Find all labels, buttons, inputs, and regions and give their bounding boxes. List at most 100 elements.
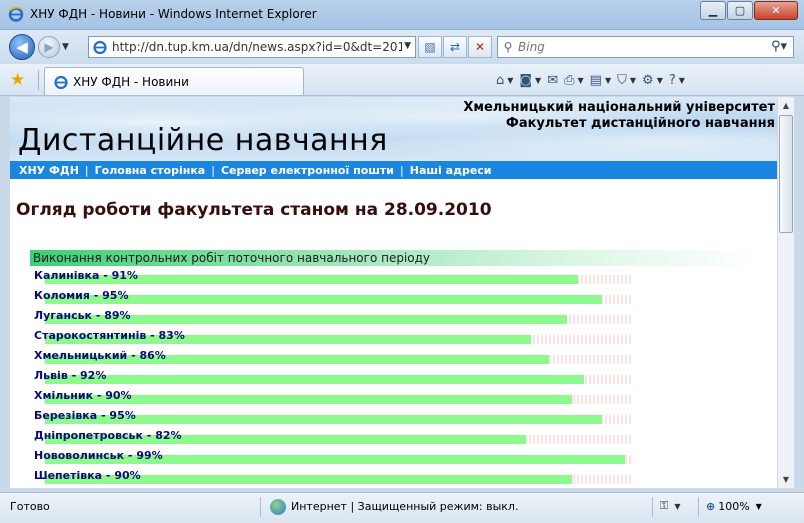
search-input[interactable] bbox=[518, 40, 758, 54]
navigation-bar: ◀ ▶ ▼ http://dn.tup.km.ua/dn/news.aspx?i… bbox=[0, 30, 804, 64]
scroll-thumb[interactable] bbox=[779, 115, 793, 233]
internet-zone-icon bbox=[270, 499, 286, 515]
minimize-icon: ▁ bbox=[708, 4, 718, 17]
print-button[interactable]: ⎙ ▼ bbox=[564, 71, 584, 89]
popup-blocker-button[interactable]: ⚿ ▼ bbox=[660, 499, 681, 513]
zoom-icon: ⊕ bbox=[706, 500, 716, 513]
stop-button[interactable]: ✕ bbox=[468, 36, 492, 58]
address-bar[interactable]: http://dn.tup.km.ua/dn/news.aspx?id=0&dt… bbox=[88, 36, 416, 58]
tools-dropdown-icon[interactable]: ▼ bbox=[657, 76, 663, 85]
internet-explorer-icon bbox=[8, 7, 24, 22]
address-url[interactable]: http://dn.tup.km.ua/dn/news.aspx?id=0&dt… bbox=[112, 40, 402, 54]
bar-label: Луганськ - 89% bbox=[34, 309, 131, 322]
bar bbox=[45, 375, 584, 384]
nav-link-hnu-fdn[interactable]: ХНУ ФДН bbox=[19, 164, 79, 177]
help-menu-button[interactable]: ? ▼ bbox=[669, 71, 685, 89]
search-icon[interactable]: ⚲▾ bbox=[771, 39, 787, 54]
nav-separator: | bbox=[84, 163, 89, 177]
stop-icon: ✕ bbox=[474, 40, 486, 54]
mail-button[interactable]: ✉ bbox=[547, 71, 558, 89]
chart-row: Луганськ - 89% bbox=[10, 307, 777, 327]
faculty-name: Факультет дистанційного навчання bbox=[505, 116, 775, 131]
chart-row: Хмільник - 90% bbox=[10, 387, 777, 407]
favorites-star-icon[interactable]: ★ bbox=[10, 70, 25, 90]
zoom-button[interactable]: ⊕ 100% ▼ bbox=[706, 500, 762, 513]
chart-row: Львів - 92% bbox=[10, 367, 777, 387]
title-bar: ХНУ ФДН - Новини - Windows Internet Expl… bbox=[0, 0, 804, 30]
bar-track bbox=[45, 295, 631, 304]
chart-row: Шепетівка - 90% bbox=[10, 467, 777, 487]
vertical-scrollbar[interactable]: ▲ ▼ bbox=[777, 97, 794, 488]
search-box[interactable]: ⚲ ⚲▾ bbox=[497, 36, 794, 58]
bar-label: Березівка - 95% bbox=[34, 409, 136, 422]
feeds-dropdown-icon[interactable]: ▼ bbox=[535, 76, 541, 85]
close-window-button[interactable]: ✕ bbox=[754, 1, 798, 20]
safety-menu-button[interactable]: ⛉ ▼ bbox=[617, 71, 636, 89]
site-title: Дистанційне навчання bbox=[18, 123, 388, 158]
minimize-button[interactable]: ▁ bbox=[700, 1, 726, 20]
protected-mode-icon: ⚿ bbox=[660, 499, 669, 512]
completion-chart: Калинівка - 91% Коломия - 95% Луганськ - 8… bbox=[10, 267, 777, 487]
nav-link-mail-server[interactable]: Сервер електронної пошти bbox=[221, 164, 394, 177]
safety-dropdown-icon[interactable]: ▼ bbox=[630, 76, 636, 85]
feeds-button[interactable]: ◙ ▼ bbox=[519, 71, 541, 89]
help-icon: ? bbox=[668, 72, 676, 88]
printer-icon: ⎙ bbox=[564, 72, 575, 88]
bar-label: Шепетівка - 90% bbox=[34, 469, 141, 482]
scroll-down-arrow-icon[interactable]: ▼ bbox=[778, 471, 794, 488]
window-frame-right bbox=[794, 96, 804, 492]
chart-row: Коломия - 95% bbox=[10, 287, 777, 307]
search-provider-icon: ⚲ bbox=[503, 40, 513, 54]
protected-mode-dropdown-icon[interactable]: ▼ bbox=[674, 502, 680, 511]
home-button[interactable]: ⌂ ▼ bbox=[496, 71, 513, 89]
nav-link-addresses[interactable]: Наші адреси bbox=[410, 164, 492, 177]
page-menu-button[interactable]: ▤ ▼ bbox=[590, 71, 611, 89]
section-title: Виконання контрольних робіт поточного на… bbox=[33, 251, 431, 265]
nav-separator: | bbox=[400, 163, 404, 177]
status-bar: Готово Интернет | Защищенный режим: выкл… bbox=[0, 492, 804, 523]
shield-icon: ⛉ bbox=[617, 72, 627, 88]
home-icon: ⌂ bbox=[496, 72, 505, 88]
security-zone[interactable]: Интернет | Защищенный режим: выкл. bbox=[291, 500, 518, 513]
window-title: ХНУ ФДН - Новини - Windows Internet Expl… bbox=[30, 7, 317, 21]
page-dropdown-icon[interactable]: ▼ bbox=[605, 76, 611, 85]
site-navigation: ХНУ ФДН | Головна сторінка | Сервер елек… bbox=[10, 161, 777, 179]
scroll-up-arrow-icon[interactable]: ▲ bbox=[778, 97, 794, 114]
bar-track bbox=[45, 395, 631, 404]
back-button[interactable]: ◀ bbox=[9, 34, 35, 60]
tab-divider bbox=[38, 70, 39, 90]
chart-row: Нововолинськ - 99% bbox=[10, 447, 777, 467]
recent-pages-dropdown[interactable]: ▼ bbox=[62, 42, 69, 52]
maximize-button[interactable]: ▢ bbox=[727, 1, 753, 20]
close-icon: ✕ bbox=[771, 4, 781, 17]
zoom-level: 100% bbox=[718, 500, 750, 513]
page-icon: ▤ bbox=[589, 72, 602, 88]
bar-label: Старокостянтинів - 83% bbox=[34, 329, 185, 342]
status-separator bbox=[260, 497, 261, 517]
bar-label: Дніпропетровськ - 82% bbox=[34, 429, 182, 442]
home-dropdown-icon[interactable]: ▼ bbox=[507, 76, 513, 85]
status-separator bbox=[698, 497, 699, 517]
status-separator bbox=[652, 497, 653, 517]
zoom-dropdown-icon[interactable]: ▼ bbox=[756, 502, 762, 511]
compatibility-view-button[interactable]: ▧ bbox=[418, 36, 442, 58]
nav-link-home[interactable]: Головна сторінка bbox=[95, 164, 206, 177]
forward-button[interactable]: ▶ bbox=[38, 36, 60, 58]
bar-label: Нововолинськ - 99% bbox=[34, 449, 163, 462]
forward-arrow-icon: ▶ bbox=[44, 40, 54, 54]
mail-icon: ✉ bbox=[547, 72, 559, 88]
print-dropdown-icon[interactable]: ▼ bbox=[578, 76, 584, 85]
chart-row: Калинівка - 91% bbox=[10, 267, 777, 287]
site-header: Хмельницький національний університет Фа… bbox=[10, 97, 777, 161]
address-dropdown-icon[interactable]: ▼ bbox=[404, 41, 411, 51]
refresh-icon: ⇄ bbox=[449, 40, 461, 54]
help-dropdown-icon[interactable]: ▼ bbox=[679, 76, 685, 85]
tools-menu-button[interactable]: ⚙ ▼ bbox=[642, 71, 663, 89]
chart-row: Хмельницький - 86% bbox=[10, 347, 777, 367]
compatibility-view-icon: ▧ bbox=[424, 40, 436, 54]
tab-current-page[interactable]: ХНУ ФДН - Новини bbox=[44, 67, 304, 95]
chart-row: Старокостянтинів - 83% bbox=[10, 327, 777, 347]
refresh-button[interactable]: ⇄ bbox=[443, 36, 467, 58]
page-icon bbox=[93, 40, 107, 55]
window-frame-left bbox=[0, 96, 10, 492]
